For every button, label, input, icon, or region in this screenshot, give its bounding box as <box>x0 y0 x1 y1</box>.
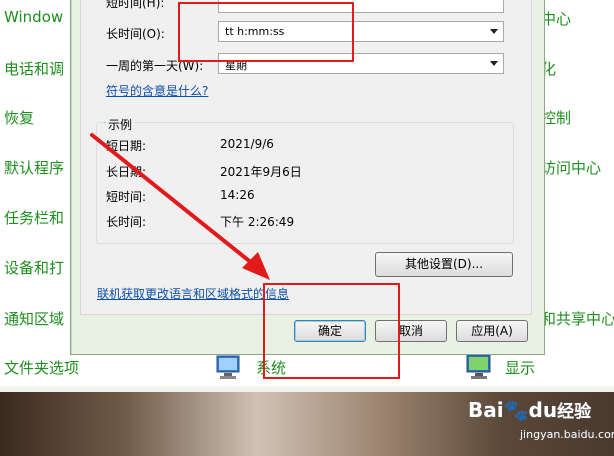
paw-icon: 🐾 <box>503 398 529 422</box>
watermark-suffix: 经验 <box>557 402 592 422</box>
watermark-brand: Bai <box>468 398 504 422</box>
baidu-watermark: Bai🐾du经验 <box>468 397 591 422</box>
watermark-url: jingyan.baidu.com <box>520 428 614 441</box>
annotation-arrow-icon <box>90 133 270 280</box>
watermark-brand-2: du <box>528 398 558 422</box>
